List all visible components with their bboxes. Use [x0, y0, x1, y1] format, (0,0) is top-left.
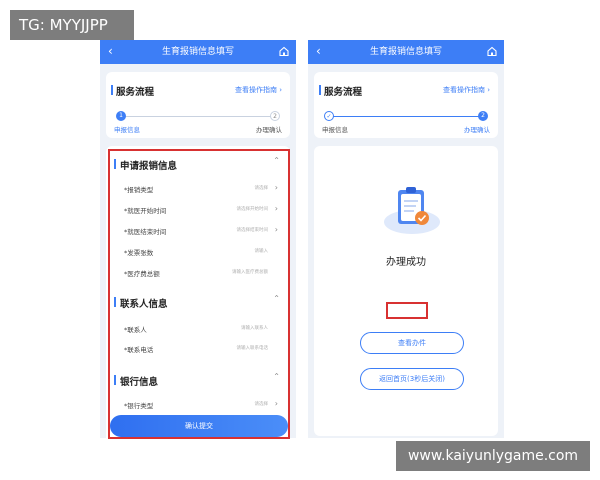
chevron-right-icon: ›: [274, 225, 278, 234]
step-1-done-icon: ✓: [324, 111, 334, 121]
field-invoice-count-label: *发票张数: [124, 249, 154, 257]
field-invoice-count-input[interactable]: 请输入: [255, 248, 269, 254]
field-phone-label: *联系电话: [124, 346, 154, 354]
operation-guide-link[interactable]: 查看操作指南 ›: [443, 85, 490, 95]
flow-title: 服务流程: [110, 84, 154, 98]
phone-form-screen: ‹ 生育报销信息填写 服务流程 查看操作指南 › 1 2 申报信息 办理确认 申…: [100, 40, 296, 438]
back-arrow-icon[interactable]: ‹: [108, 40, 113, 62]
service-flow-card: 服务流程 查看操作指南 › ✓ 2 申报信息 办理确认: [314, 72, 498, 138]
page-title: 生育报销信息填写: [161, 47, 234, 57]
collapse-icon[interactable]: ⌃: [273, 372, 280, 381]
step-2-dot: 2: [478, 111, 488, 121]
field-medical-total-label: *医疗费总额: [124, 270, 160, 278]
field-bank-type-input[interactable]: 请选择: [255, 401, 269, 407]
tg-watermark: TG: MYYJJPP: [10, 10, 134, 40]
step-1-label: 申报信息: [322, 126, 348, 134]
step-line: [332, 116, 480, 117]
reimbursement-form: 申请报销信息 ⌃ *报销类型 请选择 › *就医开始时间 请选择开始时间 › *…: [106, 146, 290, 438]
service-flow-card: 服务流程 查看操作指南 › 1 2 申报信息 办理确认: [106, 72, 290, 138]
step-2-label: 办理确认: [464, 126, 490, 134]
home-icon[interactable]: [278, 45, 290, 57]
chevron-right-icon: ›: [274, 183, 278, 192]
success-card: 办理成功 查看办件 返回首页(3秒后关闭): [314, 146, 498, 436]
step-line: [124, 116, 272, 117]
return-home-button[interactable]: 返回首页(3秒后关闭): [360, 368, 464, 390]
section-bank-title: 银行信息: [113, 374, 158, 388]
field-medical-total-input[interactable]: 请输入医疗费总额: [232, 269, 268, 275]
view-button-highlight-box: [386, 302, 428, 319]
step-2-label: 办理确认: [256, 126, 282, 134]
success-message: 办理成功: [386, 257, 426, 268]
field-contact-input[interactable]: 请输入联系人: [241, 325, 268, 331]
section-contact-title: 联系人信息: [114, 296, 168, 310]
field-contact-label: *联系人: [124, 326, 147, 334]
field-end-time-label: *就医结束时间: [124, 228, 167, 236]
chevron-right-icon: ›: [274, 399, 278, 408]
section-apply-title: 申请报销信息: [113, 158, 177, 172]
field-end-time-input[interactable]: 请选择结束时间: [237, 227, 269, 233]
phone-success-screen: ‹ 生育报销信息填写 服务流程 查看操作指南 › ✓ 2 申报信息 办理确认 办…: [308, 40, 504, 438]
collapse-icon[interactable]: ⌃: [273, 294, 280, 303]
step-2-dot: 2: [270, 111, 280, 121]
field-reimburse-type-label: *报销类型: [124, 186, 154, 194]
screenshot-canvas: TG: MYYJJPP ‹ 生育报销信息填写 服务流程 查看操作指南 › 1 2…: [0, 0, 600, 480]
field-phone-input[interactable]: 请输入联系电话: [237, 345, 269, 351]
field-start-time-input[interactable]: 请选择开始时间: [237, 206, 269, 212]
page-title: 生育报销信息填写: [369, 47, 442, 57]
operation-guide-link[interactable]: 查看操作指南 ›: [235, 85, 282, 95]
titlebar: ‹ 生育报销信息填写: [100, 40, 296, 64]
step-1-dot: 1: [116, 111, 126, 121]
back-arrow-icon[interactable]: ‹: [316, 40, 321, 62]
clipboard-success-icon: [384, 187, 440, 234]
view-case-button[interactable]: 查看办件: [360, 332, 464, 354]
url-watermark: www.kaiyunlygame.com: [396, 441, 590, 471]
field-reimburse-type-input[interactable]: 请选择: [255, 185, 269, 191]
chevron-right-icon: ›: [274, 204, 278, 213]
field-start-time-label: *就医开始时间: [124, 207, 167, 215]
titlebar: ‹ 生育报销信息填写: [308, 40, 504, 64]
flow-title: 服务流程: [318, 84, 362, 98]
field-bank-type-label: *银行类型: [124, 402, 154, 410]
home-icon[interactable]: [486, 45, 498, 57]
confirm-submit-button[interactable]: 确认提交: [110, 415, 288, 437]
step-1-label: 申报信息: [114, 126, 140, 134]
collapse-icon[interactable]: ⌃: [273, 156, 280, 165]
